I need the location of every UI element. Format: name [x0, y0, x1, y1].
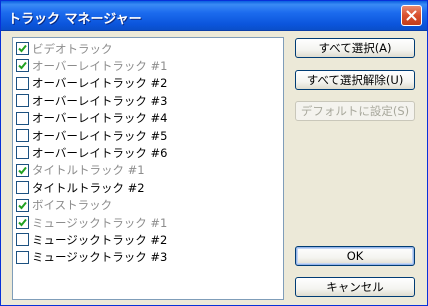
title-bar[interactable]: トラック マネージャー	[1, 1, 427, 31]
track-list-item[interactable]: ミュージックトラック #1	[16, 214, 280, 231]
track-label: ボイストラック	[32, 198, 113, 213]
track-list-item[interactable]: オーバーレイトラック #3	[16, 92, 280, 109]
track-list-item[interactable]: オーバーレイトラック #5	[16, 127, 280, 144]
select-all-button[interactable]: すべて選択(A)	[295, 38, 415, 58]
track-label: オーバーレイトラック #4	[32, 111, 168, 126]
checkmark-icon	[18, 44, 27, 53]
track-list-item[interactable]: ビデオトラック	[16, 40, 280, 57]
track-checkbox[interactable]	[16, 129, 29, 142]
track-list-item[interactable]: タイトルトラック #1	[16, 162, 280, 179]
track-label: オーバーレイトラック #2	[32, 76, 168, 91]
track-label: オーバーレイトラック #5	[32, 128, 168, 143]
checkmark-icon	[18, 201, 27, 210]
track-manager-dialog: トラック マネージャー ビデオトラックオーバーレイトラック #1 オーバーレイトラ…	[0, 0, 428, 306]
track-checkbox[interactable]	[16, 76, 29, 90]
track-label: ビデオトラック	[32, 41, 113, 56]
track-label: タイトルトラック #2	[32, 180, 145, 195]
track-label: ミュージックトラック #1	[32, 215, 168, 230]
track-label: オーバーレイトラック #1	[32, 58, 168, 73]
checkmark-icon	[18, 166, 27, 175]
close-icon	[406, 10, 417, 21]
track-label: オーバーレイトラック #3	[32, 93, 168, 108]
track-checkbox[interactable]	[16, 181, 29, 195]
track-checkbox[interactable]	[16, 94, 29, 108]
track-list-item[interactable]: オーバーレイトラック #4	[16, 110, 280, 127]
track-checkbox[interactable]	[16, 111, 29, 125]
track-label: オーバーレイトラック #6	[32, 145, 168, 160]
deselect-all-button[interactable]: すべて選択解除(U)	[295, 70, 415, 90]
track-list-item[interactable]: オーバーレイトラック #6	[16, 144, 280, 161]
track-checkbox[interactable]	[16, 233, 29, 247]
track-list-item[interactable]: オーバーレイトラック #2	[16, 75, 280, 92]
track-label: ミュージックトラック #2	[32, 232, 168, 247]
close-button[interactable]	[401, 5, 422, 26]
track-checkbox[interactable]	[16, 42, 29, 55]
ok-button[interactable]: OK	[295, 246, 415, 266]
cancel-button[interactable]: キャンセル	[295, 277, 415, 297]
track-list-item[interactable]: ボイストラック	[16, 197, 280, 214]
track-checkbox[interactable]	[16, 250, 29, 264]
track-checkbox[interactable]	[16, 216, 29, 229]
track-list-item[interactable]: ミュージックトラック #3	[16, 249, 280, 266]
track-list-item[interactable]: ミュージックトラック #2	[16, 231, 280, 248]
checkmark-icon	[18, 62, 27, 70]
track-checkbox[interactable]	[16, 59, 29, 73]
track-checkbox[interactable]	[16, 146, 29, 160]
track-label: タイトルトラック #1	[32, 163, 145, 178]
track-checkbox[interactable]	[16, 163, 29, 177]
track-checkbox[interactable]	[16, 198, 29, 212]
track-list-item[interactable]: オーバーレイトラック #1	[16, 57, 280, 74]
dialog-title: トラック マネージャー	[8, 12, 142, 27]
track-list-item[interactable]: タイトルトラック #2	[16, 179, 280, 196]
set-default-button[interactable]: デフォルトに設定(S)	[295, 101, 415, 121]
track-label: ミュージックトラック #3	[32, 250, 168, 265]
track-list[interactable]: ビデオトラックオーバーレイトラック #1 オーバーレイトラック #2 オーバーレイト…	[12, 37, 284, 300]
checkmark-icon	[18, 218, 27, 227]
